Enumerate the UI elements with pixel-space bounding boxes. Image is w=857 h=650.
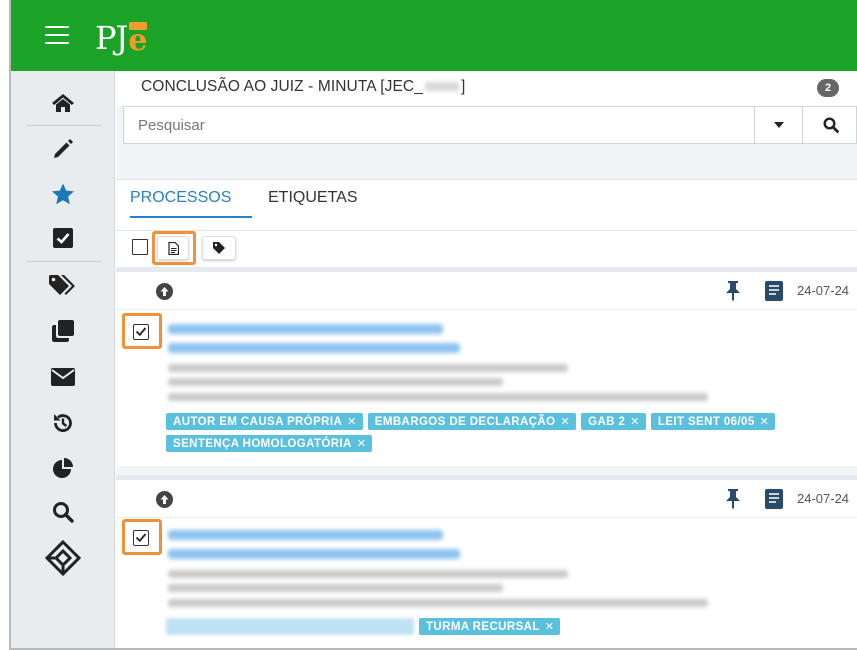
pie-chart-icon [53, 458, 73, 478]
process-number-redacted[interactable] [168, 530, 443, 540]
card-date: 24-07-24 [797, 491, 850, 506]
logo-e-mark: e [128, 22, 148, 58]
caret-down-icon [773, 122, 784, 128]
file-icon [167, 241, 179, 255]
check-icon [135, 533, 147, 543]
close-icon[interactable]: ✕ [347, 415, 357, 428]
tag-badge: AUTOR EM CAUSA PRÓPRIA ✕ [166, 413, 363, 430]
sidebar-item-tags[interactable] [11, 268, 115, 302]
tag-button[interactable] [202, 236, 236, 260]
card-checkbox[interactable] [133, 530, 149, 546]
sidebar-separator [27, 261, 101, 262]
sidebar-item-history[interactable] [11, 406, 115, 440]
process-parties-redacted [168, 570, 568, 578]
card-date: 24-07-24 [797, 283, 850, 298]
select-all-checkbox[interactable] [132, 239, 148, 255]
card-checkbox[interactable] [133, 324, 149, 340]
tag-badge-redacted [166, 618, 414, 635]
top-bar: PJ e [11, 0, 857, 71]
process-card: 24-07-24 AUTOR EM CAUSA PRÓPRIA ✕ EMBARGO… [116, 267, 857, 466]
tag-badge: EMBARGOS DE DECLARAÇÃO ✕ [367, 413, 577, 430]
sidebar-separator [27, 125, 101, 126]
check-icon [135, 327, 147, 337]
envelope-icon [51, 368, 75, 386]
arrow-up-circle-icon[interactable] [156, 491, 173, 508]
sidebar-item-clone[interactable] [11, 314, 115, 348]
main-panel: CONCLUSÃO AO JUIZ - MINUTA [JEC_] 2 PROC… [116, 71, 857, 648]
search-bar [123, 106, 857, 144]
home-icon [52, 94, 74, 112]
check-square-icon [53, 228, 73, 248]
search-button[interactable] [802, 107, 857, 143]
process-details-redacted [168, 599, 708, 607]
count-badge: 2 [817, 79, 839, 97]
process-number-redacted[interactable] [168, 324, 443, 334]
close-icon[interactable]: ✕ [630, 415, 640, 428]
tab-etiquetas[interactable]: ETIQUETAS [268, 188, 358, 218]
close-icon[interactable]: ✕ [357, 437, 367, 450]
pje-diamond-icon [44, 540, 82, 576]
process-details-redacted [168, 393, 708, 401]
search-input[interactable] [124, 107, 754, 143]
clone-icon [52, 320, 74, 342]
sidebar-item-reports[interactable] [11, 451, 115, 485]
pin-icon[interactable] [725, 281, 741, 301]
search-icon [822, 117, 839, 133]
card-header: 24-07-24 [116, 272, 857, 310]
tab-processos[interactable]: PROCESSOS [130, 188, 252, 218]
card-tags: AUTOR EM CAUSA PRÓPRIA ✕ EMBARGOS DE DECL… [166, 413, 846, 452]
task-header: CONCLUSÃO AO JUIZ - MINUTA [JEC_] 2 [116, 71, 857, 106]
process-parties-redacted [168, 364, 568, 372]
tag-icon [213, 242, 225, 254]
card-tags: TURMA RECURSAL ✕ [166, 618, 846, 635]
process-details-redacted [168, 584, 503, 592]
document-button[interactable] [157, 236, 189, 260]
search-options-button[interactable] [754, 107, 802, 143]
tag-badge: GAB 2 ✕ [581, 413, 646, 430]
book-icon[interactable] [765, 489, 783, 509]
sidebar-item-tasks[interactable] [11, 221, 115, 255]
sidebar-item-messages[interactable] [11, 360, 115, 394]
process-class-redacted [168, 549, 460, 559]
search-icon [53, 502, 74, 523]
star-icon [52, 183, 74, 204]
pin-icon[interactable] [725, 489, 741, 509]
list-toolbar [116, 231, 857, 267]
arrow-up-circle-icon[interactable] [156, 283, 173, 300]
process-details-redacted [168, 378, 503, 386]
sidebar-item-edit[interactable] [11, 132, 115, 166]
page-title: CONCLUSÃO AO JUIZ - MINUTA [JEC_] [141, 78, 466, 95]
close-icon[interactable]: ✕ [545, 620, 555, 633]
tabs: PROCESSOS ETIQUETAS [116, 179, 857, 231]
close-icon[interactable]: ✕ [560, 415, 570, 428]
book-icon[interactable] [765, 281, 783, 301]
history-icon [54, 414, 72, 432]
tag-badge: TURMA RECURSAL ✕ [419, 618, 561, 635]
sidebar-item-favorites[interactable] [11, 177, 115, 211]
redacted-text [424, 82, 459, 92]
close-icon[interactable]: ✕ [760, 415, 770, 428]
process-class-redacted [168, 343, 460, 353]
process-card: 24-07-24 TURMA RECURSAL ✕ [116, 475, 857, 648]
tags-icon [49, 275, 75, 295]
tag-badge: SENTENÇA HOMOLOGATÓRIA ✕ [166, 435, 373, 452]
pencil-icon [54, 139, 73, 158]
pje-logo[interactable]: PJ e [95, 14, 149, 58]
logo-pj-text: PJ [95, 19, 128, 57]
hamburger-menu-icon[interactable] [45, 26, 69, 44]
tag-badge: LEIT SENT 06/05 ✕ [650, 413, 776, 430]
sidebar-item-home[interactable] [11, 86, 115, 120]
card-header: 24-07-24 [116, 480, 857, 518]
sidebar [11, 71, 115, 648]
sidebar-item-search[interactable] [11, 495, 115, 529]
sidebar-item-pje-office[interactable] [11, 540, 115, 576]
